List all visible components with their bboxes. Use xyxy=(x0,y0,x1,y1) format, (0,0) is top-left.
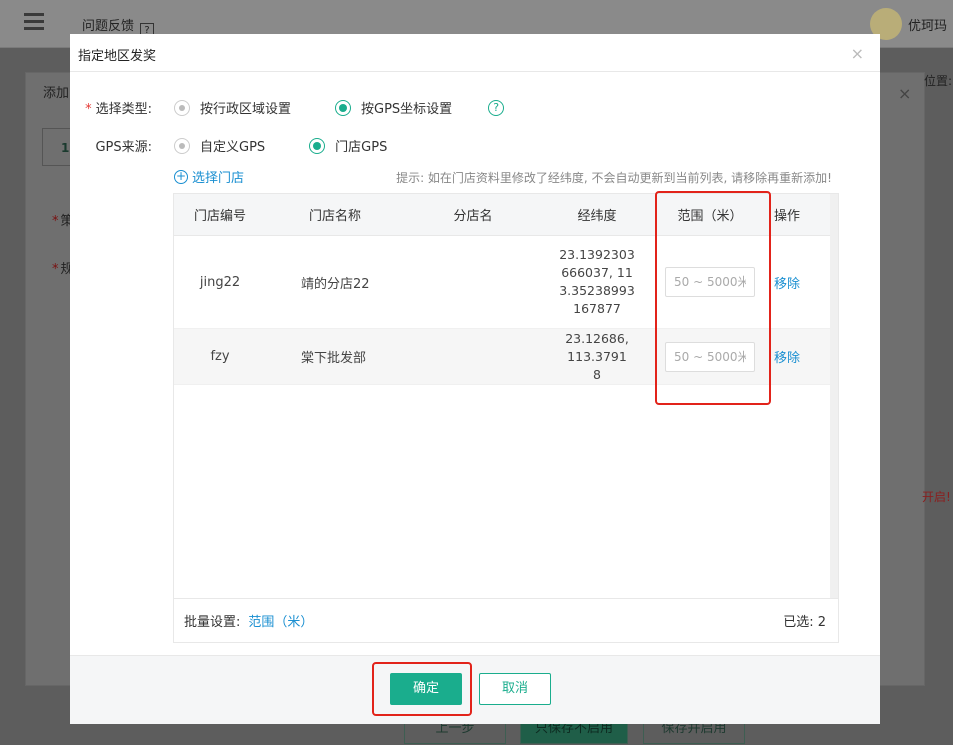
store-coordinates: 23.1392303666037, 113.35238993167877 xyxy=(559,247,635,316)
table-footer: 批量设置: 范围（米） 已选: 2 xyxy=(174,598,838,642)
radio-custom-gps[interactable]: 自定义GPS xyxy=(174,136,265,155)
batch-range-link[interactable]: 范围（米） xyxy=(248,611,313,630)
radio-checked-icon xyxy=(309,137,326,154)
background-dialog-title: 添加 xyxy=(43,86,70,101)
confirm-button-highlight xyxy=(372,662,472,716)
feedback-label: 问题反馈 xyxy=(82,19,135,34)
header-coordinates: 经纬度 xyxy=(577,209,617,224)
store-name: 靖的分店22 xyxy=(301,276,370,292)
tip-text: 提示: 如在门店资料里修改了经纬度, 不会自动更新到当前列表, 请移除再重新添加… xyxy=(396,171,832,185)
batch-settings-label: 批量设置: xyxy=(184,615,241,630)
background-red-text: 开启! xyxy=(922,490,951,504)
header-action: 操作 xyxy=(773,209,800,224)
header-branch-name: 分店名 xyxy=(453,209,493,224)
select-type-label: * 选择类型: xyxy=(85,102,152,117)
gps-source-row: GPS来源: 自定义GPS 门店GPS xyxy=(70,136,415,155)
radio-store-gps[interactable]: 门店GPS xyxy=(309,136,387,155)
header-store-code: 门店编号 xyxy=(193,209,246,224)
remove-link[interactable]: 移除 xyxy=(774,351,800,366)
range-column-highlight xyxy=(655,191,771,405)
radio-unchecked-icon xyxy=(174,137,190,154)
radio-checked-icon xyxy=(335,99,352,116)
radio-gps-coordinates[interactable]: 按GPS坐标设置 xyxy=(335,98,452,117)
modal-title: 指定地区发奖 xyxy=(78,49,157,64)
store-name: 棠下批发部 xyxy=(301,351,367,366)
close-icon[interactable]: × xyxy=(851,44,864,63)
remove-link[interactable]: 移除 xyxy=(774,277,800,292)
menu-icon[interactable] xyxy=(24,13,44,31)
store-code: jing22 xyxy=(199,274,241,290)
store-code: fzy xyxy=(210,349,230,364)
plus-circle-icon: + xyxy=(174,168,188,184)
selected-count: 已选: 2 xyxy=(783,615,826,630)
store-coordinates: 23.12686, 113.37918 xyxy=(565,330,629,382)
select-type-row: * 选择类型: 按行政区域设置 按GPS坐标设置 ? xyxy=(70,98,505,117)
table-scrollbar[interactable] xyxy=(830,194,838,598)
radio-unchecked-icon xyxy=(174,99,190,116)
modal-footer: 确定 取消 xyxy=(70,655,880,724)
header-store-name: 门店名称 xyxy=(308,209,361,224)
username: 优珂玛 xyxy=(908,19,948,34)
radio-admin-region[interactable]: 按行政区域设置 xyxy=(174,98,291,117)
cancel-button[interactable]: 取消 xyxy=(479,673,551,705)
help-icon[interactable]: ? xyxy=(488,99,505,116)
background-close-icon: × xyxy=(898,84,912,103)
gps-source-label: GPS来源: xyxy=(95,140,152,155)
modal-header: 指定地区发奖 xyxy=(70,34,880,72)
select-store-button[interactable]: + 选择门店 xyxy=(174,167,244,186)
background-right-text: 位置: xyxy=(924,74,953,88)
